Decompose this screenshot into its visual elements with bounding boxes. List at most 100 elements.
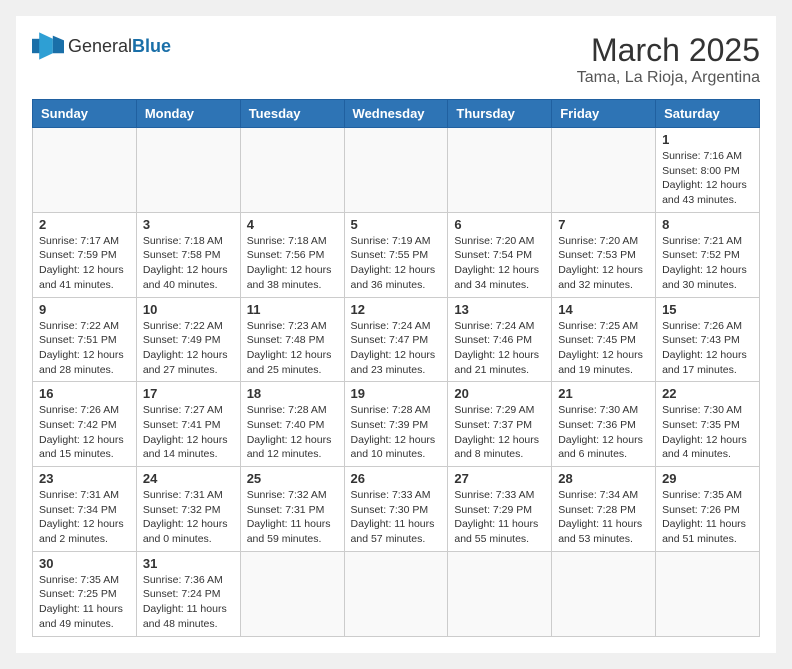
day-number: 1: [662, 132, 753, 147]
table-row: 25Sunrise: 7:32 AM Sunset: 7:31 PM Dayli…: [240, 467, 344, 552]
day-number: 27: [454, 471, 545, 486]
table-row: [240, 551, 344, 636]
logo-icon: [32, 32, 64, 60]
table-row: 19Sunrise: 7:28 AM Sunset: 7:39 PM Dayli…: [344, 382, 448, 467]
calendar-week-5: 30 Sunrise: 7:35 AM Sunset: 7:25 PM Dayli…: [33, 551, 760, 636]
day-info: Sunrise: 7:33 AM Sunset: 7:30 PM Dayligh…: [351, 488, 442, 547]
table-row: 30 Sunrise: 7:35 AM Sunset: 7:25 PM Dayli…: [33, 551, 137, 636]
table-row: 7 Sunrise: 7:20 AM Sunset: 7:53 PM Daylig…: [552, 212, 656, 297]
table-row: [448, 551, 552, 636]
day-info: Sunrise: 7:35 AM Sunset: 7:26 PM Dayligh…: [662, 488, 753, 547]
day-info: Sunrise: 7:36 AM Sunset: 7:24 PM Dayligh…: [143, 573, 234, 632]
table-row: [240, 128, 344, 213]
day-info: Sunrise: 7:17 AM Sunset: 7:59 PM Dayligh…: [39, 234, 130, 293]
table-row: 24 Sunrise: 7:31 AM Sunset: 7:32 PM Dayli…: [136, 467, 240, 552]
day-number: 17: [143, 386, 234, 401]
table-row: 3 Sunrise: 7:18 AM Sunset: 7:58 PM Daylig…: [136, 212, 240, 297]
header-wednesday: Wednesday: [344, 100, 448, 128]
table-row: [656, 551, 760, 636]
day-info: Sunrise: 7:18 AM Sunset: 7:56 PM Dayligh…: [247, 234, 338, 293]
day-number: 31: [143, 556, 234, 571]
table-row: 20 Sunrise: 7:29 AM Sunset: 7:37 PM Dayli…: [448, 382, 552, 467]
header-saturday: Saturday: [656, 100, 760, 128]
day-info: Sunrise: 7:28 AM Sunset: 7:39 PM Dayligh…: [351, 403, 442, 462]
day-info: Sunrise: 7:22 AM Sunset: 7:51 PM Dayligh…: [39, 319, 130, 378]
day-number: 4: [247, 217, 338, 232]
calendar-week-2: 9 Sunrise: 7:22 AM Sunset: 7:51 PM Daylig…: [33, 297, 760, 382]
day-number: 10: [143, 302, 234, 317]
table-row: 15 Sunrise: 7:26 AM Sunset: 7:43 PM Dayli…: [656, 297, 760, 382]
table-row: 13Sunrise: 7:24 AM Sunset: 7:46 PM Dayli…: [448, 297, 552, 382]
day-number: 23: [39, 471, 130, 486]
day-info: Sunrise: 7:29 AM Sunset: 7:37 PM Dayligh…: [454, 403, 545, 462]
table-row: 8 Sunrise: 7:21 AM Sunset: 7:52 PM Daylig…: [656, 212, 760, 297]
day-number: 2: [39, 217, 130, 232]
table-row: 16 Sunrise: 7:26 AM Sunset: 7:42 PM Dayli…: [33, 382, 137, 467]
day-number: 29: [662, 471, 753, 486]
logo-text: GeneralBlue: [68, 36, 171, 57]
day-number: 7: [558, 217, 649, 232]
day-info: Sunrise: 7:18 AM Sunset: 7:58 PM Dayligh…: [143, 234, 234, 293]
table-row: [136, 128, 240, 213]
day-number: 30: [39, 556, 130, 571]
table-row: [344, 128, 448, 213]
day-info: Sunrise: 7:30 AM Sunset: 7:35 PM Dayligh…: [662, 403, 753, 462]
day-number: 11: [247, 302, 338, 317]
day-info: Sunrise: 7:31 AM Sunset: 7:32 PM Dayligh…: [143, 488, 234, 547]
header: GeneralBlue March 2025 Tama, La Rioja, A…: [32, 32, 760, 87]
calendar-week-3: 16 Sunrise: 7:26 AM Sunset: 7:42 PM Dayli…: [33, 382, 760, 467]
day-info: Sunrise: 7:26 AM Sunset: 7:42 PM Dayligh…: [39, 403, 130, 462]
day-info: Sunrise: 7:26 AM Sunset: 7:43 PM Dayligh…: [662, 319, 753, 378]
page: GeneralBlue March 2025 Tama, La Rioja, A…: [16, 16, 776, 653]
day-number: 15: [662, 302, 753, 317]
day-number: 18: [247, 386, 338, 401]
day-number: 28: [558, 471, 649, 486]
day-info: Sunrise: 7:19 AM Sunset: 7:55 PM Dayligh…: [351, 234, 442, 293]
day-number: 24: [143, 471, 234, 486]
day-number: 6: [454, 217, 545, 232]
header-sunday: Sunday: [33, 100, 137, 128]
day-info: Sunrise: 7:34 AM Sunset: 7:28 PM Dayligh…: [558, 488, 649, 547]
day-info: Sunrise: 7:22 AM Sunset: 7:49 PM Dayligh…: [143, 319, 234, 378]
header-thursday: Thursday: [448, 100, 552, 128]
table-row: 31 Sunrise: 7:36 AM Sunset: 7:24 PM Dayli…: [136, 551, 240, 636]
day-info: Sunrise: 7:21 AM Sunset: 7:52 PM Dayligh…: [662, 234, 753, 293]
day-info: Sunrise: 7:35 AM Sunset: 7:25 PM Dayligh…: [39, 573, 130, 632]
day-number: 14: [558, 302, 649, 317]
header-monday: Monday: [136, 100, 240, 128]
table-row: 22Sunrise: 7:30 AM Sunset: 7:35 PM Dayli…: [656, 382, 760, 467]
header-friday: Friday: [552, 100, 656, 128]
day-number: 9: [39, 302, 130, 317]
day-number: 8: [662, 217, 753, 232]
table-row: 18Sunrise: 7:28 AM Sunset: 7:40 PM Dayli…: [240, 382, 344, 467]
day-number: 12: [351, 302, 442, 317]
day-number: 3: [143, 217, 234, 232]
table-row: 11 Sunrise: 7:23 AM Sunset: 7:48 PM Dayli…: [240, 297, 344, 382]
day-info: Sunrise: 7:24 AM Sunset: 7:46 PM Dayligh…: [454, 319, 545, 378]
table-row: 21Sunrise: 7:30 AM Sunset: 7:36 PM Dayli…: [552, 382, 656, 467]
table-row: 5Sunrise: 7:19 AM Sunset: 7:55 PM Daylig…: [344, 212, 448, 297]
table-row: 26Sunrise: 7:33 AM Sunset: 7:30 PM Dayli…: [344, 467, 448, 552]
table-row: 1 Sunrise: 7:16 AM Sunset: 8:00 PM Daylig…: [656, 128, 760, 213]
day-info: Sunrise: 7:33 AM Sunset: 7:29 PM Dayligh…: [454, 488, 545, 547]
day-info: Sunrise: 7:23 AM Sunset: 7:48 PM Dayligh…: [247, 319, 338, 378]
table-row: 28 Sunrise: 7:34 AM Sunset: 7:28 PM Dayli…: [552, 467, 656, 552]
table-row: [552, 128, 656, 213]
day-number: 25: [247, 471, 338, 486]
table-row: [33, 128, 137, 213]
table-row: 23 Sunrise: 7:31 AM Sunset: 7:34 PM Dayli…: [33, 467, 137, 552]
table-row: 29 Sunrise: 7:35 AM Sunset: 7:26 PM Dayli…: [656, 467, 760, 552]
title-block: March 2025 Tama, La Rioja, Argentina: [577, 32, 760, 87]
day-info: Sunrise: 7:20 AM Sunset: 7:53 PM Dayligh…: [558, 234, 649, 293]
day-number: 20: [454, 386, 545, 401]
header-tuesday: Tuesday: [240, 100, 344, 128]
table-row: 12Sunrise: 7:24 AM Sunset: 7:47 PM Dayli…: [344, 297, 448, 382]
day-info: Sunrise: 7:25 AM Sunset: 7:45 PM Dayligh…: [558, 319, 649, 378]
page-title: March 2025: [577, 32, 760, 69]
day-number: 16: [39, 386, 130, 401]
day-info: Sunrise: 7:16 AM Sunset: 8:00 PM Dayligh…: [662, 149, 753, 208]
table-row: 27 Sunrise: 7:33 AM Sunset: 7:29 PM Dayli…: [448, 467, 552, 552]
day-info: Sunrise: 7:20 AM Sunset: 7:54 PM Dayligh…: [454, 234, 545, 293]
table-row: 6 Sunrise: 7:20 AM Sunset: 7:54 PM Daylig…: [448, 212, 552, 297]
day-info: Sunrise: 7:31 AM Sunset: 7:34 PM Dayligh…: [39, 488, 130, 547]
